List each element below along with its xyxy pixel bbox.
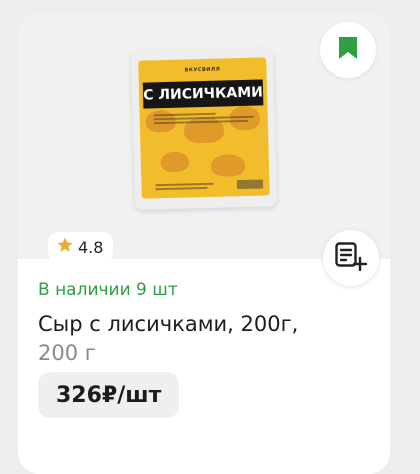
product-image[interactable]: ВКУСВИЛЛ С ЛИСИЧКАМИ 4.8 [18, 14, 390, 262]
package-title: С ЛИСИЧКАМИ [143, 84, 264, 104]
product-package: ВКУСВИЛЛ С ЛИСИЧКАМИ [130, 48, 278, 210]
price-value: 326₽/шт [56, 382, 162, 408]
bookmark-icon [337, 35, 359, 65]
add-to-list-icon [334, 241, 368, 275]
price-button[interactable]: 326₽/шт [38, 372, 180, 418]
package-brand: ВКУСВИЛЛ [184, 66, 221, 74]
rating-badge: 4.8 [48, 232, 114, 262]
package-title-band: С ЛИСИЧКАМИ [142, 79, 264, 109]
product-title-block[interactable]: Сыр с лисичками, 200г, 200 г [38, 310, 368, 368]
add-to-list-button[interactable] [323, 230, 379, 286]
product-card[interactable]: ВКУСВИЛЛ С ЛИСИЧКАМИ 4.8 В наличии 9 шт … [18, 14, 390, 474]
star-icon [56, 236, 74, 258]
stock-status: В наличии 9 шт [38, 280, 178, 300]
product-title: Сыр с лисичками, 200г, [38, 312, 299, 336]
bookmark-button[interactable] [320, 22, 376, 78]
package-label: ВКУСВИЛЛ С ЛИСИЧКАМИ [138, 57, 270, 199]
product-weight: 200 г [38, 341, 96, 365]
rating-value: 4.8 [78, 237, 104, 257]
package-barcode [237, 179, 264, 190]
